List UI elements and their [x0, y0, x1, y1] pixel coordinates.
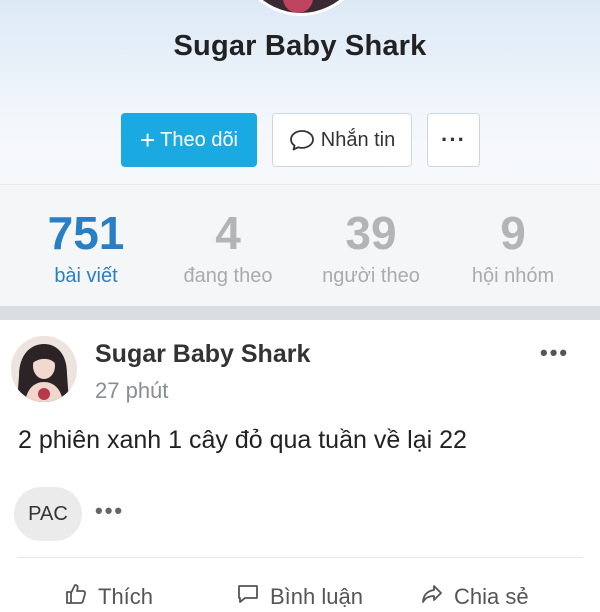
more-options-button[interactable]: ···	[427, 113, 480, 167]
like-label: Thích	[98, 584, 154, 609]
profile-header: Sugar Baby Shark + Theo dõi Nhắn tin ···	[0, 0, 600, 184]
message-button[interactable]: Nhắn tin	[272, 113, 412, 167]
post-action-bar: Thích Bình luận Chia sẻ	[0, 582, 600, 612]
stat-label: người theo	[322, 265, 420, 287]
post-author-avatar[interactable]	[11, 336, 77, 402]
stat-label: đang theo	[183, 265, 273, 287]
post-author-name[interactable]: Sugar Baby Shark	[95, 340, 310, 369]
stat-label: hội nhóm	[471, 265, 555, 287]
plus-icon: +	[139, 125, 156, 155]
post-divider	[18, 557, 583, 558]
like-icon	[64, 582, 88, 612]
stock-tag[interactable]: PAC	[14, 487, 82, 541]
chat-bubble-icon	[289, 130, 314, 151]
like-button[interactable]: Thích	[64, 582, 153, 612]
profile-stats: 751 bài viết 4 đang theo 39 người theo 9…	[0, 184, 600, 307]
stat-posts[interactable]: 751 bài viết	[11, 205, 161, 288]
stat-following[interactable]: 4 đang theo	[153, 205, 303, 288]
section-divider	[0, 306, 600, 320]
comment-label: Bình luận	[270, 584, 363, 609]
stat-groups[interactable]: 9 hội nhóm	[438, 205, 588, 288]
post-timestamp: 27 phút	[95, 378, 169, 403]
profile-name: Sugar Baby Shark	[173, 30, 427, 62]
stat-value: 751	[47, 207, 125, 259]
share-button[interactable]: Chia sẻ	[420, 582, 529, 612]
share-label: Chia sẻ	[454, 584, 529, 609]
post-content: 2 phiên xanh 1 cây đỏ qua tuần về lại 22	[18, 426, 467, 454]
tag-more-icon[interactable]: •••	[95, 498, 124, 524]
stat-value: 9	[500, 207, 526, 259]
comment-button[interactable]: Bình luận	[236, 582, 363, 612]
follow-button[interactable]: + Theo dõi	[121, 113, 257, 167]
post-menu-icon[interactable]: •••	[540, 340, 569, 366]
stat-value: 4	[215, 207, 241, 259]
stat-label: bài viết	[54, 265, 118, 287]
stat-value: 39	[345, 207, 397, 259]
stat-followers[interactable]: 39 người theo	[296, 205, 446, 288]
comment-icon	[236, 582, 260, 612]
profile-avatar[interactable]	[228, 0, 374, 16]
follow-button-label: Theo dõi	[160, 128, 239, 151]
post-card: Sugar Baby Shark 27 phút ••• 2 phiên xan…	[0, 320, 600, 609]
more-horizontal-icon: ···	[441, 127, 466, 152]
message-button-label: Nhắn tin	[320, 128, 396, 151]
share-icon	[420, 582, 444, 612]
